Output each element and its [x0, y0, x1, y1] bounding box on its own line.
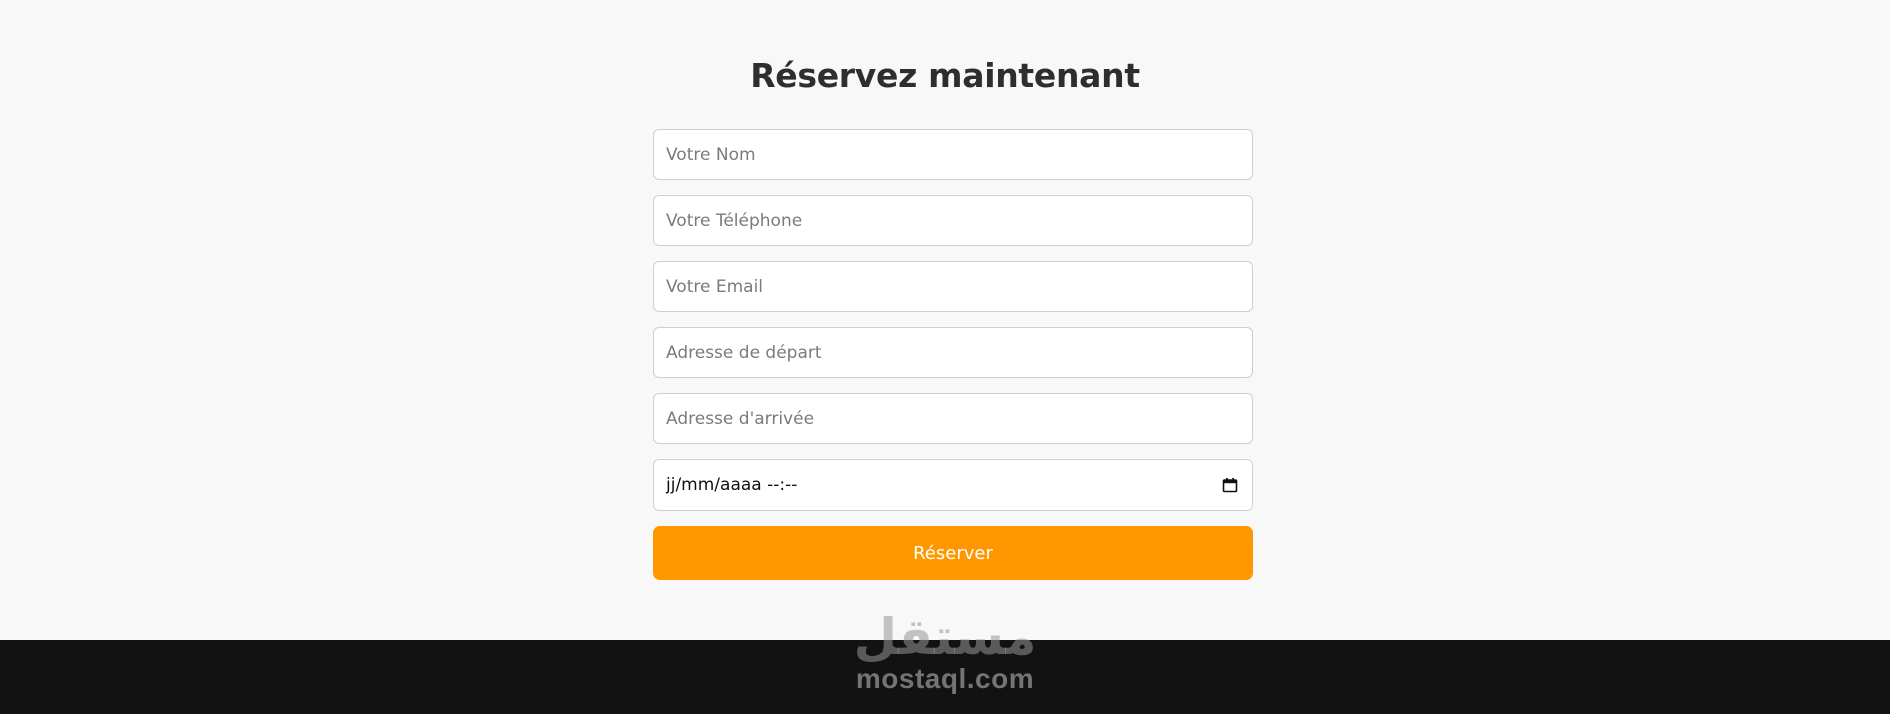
datetime-placeholder: jj/mm/aaaa --:--: [666, 475, 798, 495]
datetime-field[interactable]: jj/mm/aaaa --:--: [653, 459, 1253, 511]
booking-form: jj/mm/aaaa --:-- Réserver: [653, 129, 1253, 580]
calendar-icon[interactable]: [1222, 477, 1238, 493]
name-field[interactable]: [653, 129, 1253, 180]
phone-field[interactable]: [653, 195, 1253, 246]
email-field[interactable]: [653, 261, 1253, 312]
arrival-address-field[interactable]: [653, 393, 1253, 444]
booking-section: Réservez maintenant jj/mm/aaaa --:--: [0, 0, 1890, 640]
departure-address-field[interactable]: [653, 327, 1253, 378]
page: Réservez maintenant jj/mm/aaaa --:--: [0, 0, 1890, 714]
reserve-button[interactable]: Réserver: [653, 526, 1253, 580]
page-title: Réservez maintenant: [750, 56, 1140, 95]
footer: [0, 640, 1890, 714]
